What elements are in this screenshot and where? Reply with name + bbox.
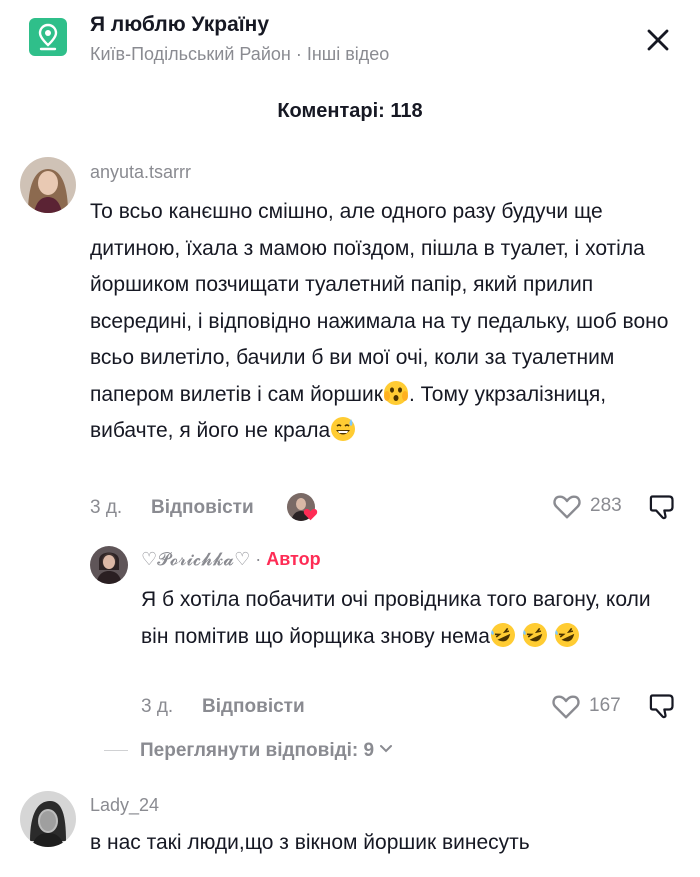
- like-button[interactable]: 167: [551, 692, 621, 720]
- avatar[interactable]: [90, 546, 128, 584]
- rofl-emoji-icon: [554, 622, 580, 648]
- dislike-icon[interactable]: [648, 493, 676, 526]
- avatar[interactable]: [20, 791, 76, 847]
- like-button[interactable]: 283: [552, 492, 622, 520]
- chevron-down-icon: [380, 745, 393, 753]
- reply-button[interactable]: Відповісти: [151, 497, 254, 519]
- grinning-sweat-emoji-icon: [330, 416, 356, 442]
- comment-time: 3 д.: [90, 497, 123, 518]
- avatar[interactable]: [20, 157, 76, 213]
- comment-text: в нас такі люди,що з вікном йоршик винес…: [90, 831, 530, 854]
- view-replies-button[interactable]: Переглянути відповіді: 9: [140, 740, 393, 762]
- comment-text: Я б хотіла побачити очі провідника того …: [141, 582, 671, 655]
- comment-username[interactable]: anyuta.tsarrr: [90, 162, 191, 183]
- video-info-bar: Я люблю Україну Київ-Подільський Район ·…: [0, 0, 700, 80]
- heart-badge-icon: [303, 507, 318, 521]
- video-title[interactable]: Я люблю Україну: [90, 13, 269, 37]
- dislike-icon[interactable]: [648, 692, 676, 725]
- heart-icon: [552, 695, 580, 719]
- rofl-emoji-icon: [490, 622, 516, 648]
- video-subtitle[interactable]: Київ-Подільський Район · Інші відео: [90, 44, 389, 65]
- comment-text: То всьо канєшно смішно, але одного разу …: [90, 200, 669, 442]
- heart-icon: [553, 495, 581, 519]
- reply-button[interactable]: Відповісти: [202, 696, 305, 718]
- comment-username[interactable]: Lady_24: [90, 795, 159, 816]
- comment-time: 3 д.: [141, 696, 174, 717]
- like-count: 283: [590, 495, 622, 516]
- location-pin-icon[interactable]: [29, 18, 67, 56]
- comment-username[interactable]: ♡𝓟𝓸𝓻𝓲𝓬𝓱𝓴𝓪♡ · Автор: [141, 549, 321, 570]
- close-icon[interactable]: [640, 22, 676, 58]
- comments-count-header: Коментарі: 118: [277, 100, 423, 122]
- like-count: 167: [589, 695, 621, 716]
- rofl-emoji-icon: [522, 622, 548, 648]
- author-badge: Автор: [266, 549, 321, 569]
- view-replies-divider: [104, 750, 128, 751]
- shocked-face-emoji-icon: [383, 380, 409, 406]
